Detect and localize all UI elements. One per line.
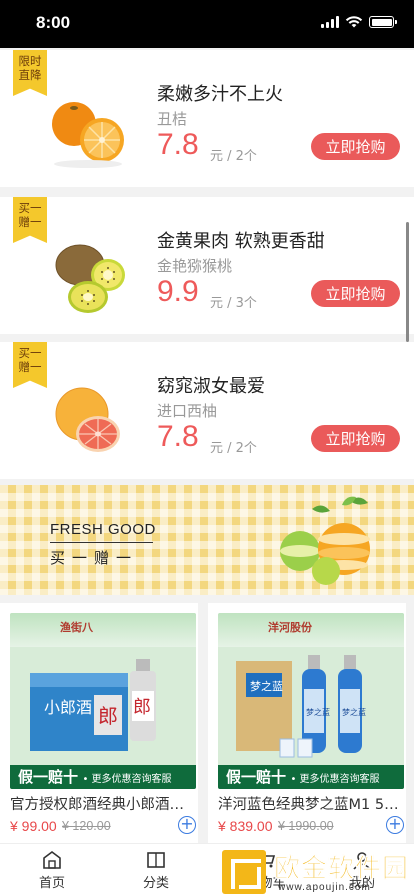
wifi-icon (345, 16, 363, 28)
watermark: 欧金软件园 www.apoujin.com (222, 848, 414, 896)
battery-icon (369, 16, 397, 28)
deal-ribbon: 买一 赠一 (13, 197, 47, 243)
deal-price: 7.8 (157, 128, 199, 161)
tab-label: 分类 (142, 876, 169, 891)
status-time: 8:00 (36, 13, 71, 32)
banner-divider (50, 542, 153, 543)
watermark-url: www.apoujin.com (278, 882, 371, 893)
buy-now-button[interactable]: 立即抢购 (311, 425, 400, 452)
product-original-price: ¥ 120.00 (62, 819, 111, 833)
deal-title: 金黄果肉 软熟更香甜 (157, 231, 325, 252)
svg-text:梦之蓝: 梦之蓝 (306, 707, 330, 717)
promo-banner[interactable]: FRESH GOOD 买一赠一 (0, 485, 414, 595)
svg-text:郎: 郎 (133, 697, 151, 718)
product-price: ¥ 99.00 (10, 818, 57, 834)
home-icon (43, 851, 61, 869)
status-icons (321, 16, 397, 28)
banner-title: FRESH GOOD (50, 521, 156, 538)
cellular-signal-icon (321, 16, 339, 28)
grapefruit-image (55, 387, 120, 452)
watermark-logo-icon (222, 850, 266, 894)
deal-card[interactable]: 限时 直降 柔嫩多汁不上火 丑桔 7.8 元 / 2个 立即抢购 (0, 50, 414, 187)
deal-unit: 元 / 2个 (210, 149, 257, 164)
product-price: ¥ 839.00 (218, 818, 273, 834)
svg-text:小郎酒: 小郎酒 (44, 698, 92, 717)
add-to-cart-icon[interactable]: + (178, 816, 196, 834)
deal-unit: 元 / 2个 (210, 441, 257, 456)
svg-text:梦之蓝: 梦之蓝 (342, 707, 366, 717)
deal-ribbon: 买一 赠一 (13, 342, 47, 388)
product-card[interactable]: 渔街八 小郎酒 郎 郎 假一赔十 • 更多优惠咨询客服 官方授权郎酒经典小郎酒…… (0, 603, 198, 843)
product-image: 渔街八 小郎酒 郎 郎 假一赔十 • 更多优惠咨询客服 (10, 613, 196, 789)
buy-now-button[interactable]: 立即抢购 (311, 280, 400, 307)
deal-price: 9.9 (157, 275, 199, 308)
buy-now-button[interactable]: 立即抢购 (311, 133, 400, 160)
deal-unit: 元 / 3个 (210, 296, 257, 311)
fruit-slices-image (280, 496, 370, 585)
status-bar: 8:00 (0, 0, 414, 48)
tab-home[interactable]: 首页 (22, 850, 82, 891)
kiwi-image (55, 244, 125, 313)
product-card[interactable]: 洋河股份 梦之蓝 梦之蓝 梦之蓝 假一赔十 • 更多优惠咨询客服 洋河蓝色经典梦… (208, 603, 406, 843)
deal-price: 7.8 (157, 420, 199, 453)
deal-title: 窈窕淑女最爱 (157, 376, 265, 397)
deal-card[interactable]: 买一 赠一 金黄果肉 软熟更香甜 金艳猕猴桃 9.9 元 / 3个 立即抢购 (0, 197, 414, 334)
deal-subtitle: 金艳猕猴桃 (157, 257, 233, 275)
tab-category[interactable]: 分类 (126, 850, 186, 891)
orange-image (52, 102, 124, 168)
guarantee-badge: 假一赔十 • 更多优惠咨询客服 (218, 765, 404, 789)
tab-label: 首页 (38, 876, 65, 891)
svg-text:梦之蓝: 梦之蓝 (250, 679, 283, 693)
product-grid: 渔街八 小郎酒 郎 郎 假一赔十 • 更多优惠咨询客服 官方授权郎酒经典小郎酒…… (0, 603, 414, 843)
watermark-text: 欧金软件园 (274, 854, 410, 885)
product-name: 官方授权郎酒经典小郎酒… (10, 797, 184, 813)
brand-logo: 洋河股份 (268, 621, 312, 634)
liquor-box-image: 小郎酒 郎 郎 (30, 659, 156, 751)
add-to-cart-icon[interactable]: + (386, 816, 404, 834)
deal-ribbon: 限时 直降 (13, 50, 47, 96)
deal-subtitle: 丑桔 (157, 110, 188, 128)
category-icon (147, 852, 165, 868)
deal-card[interactable]: 买一 赠一 窈窕淑女最爱 进口西柚 7.8 元 / 2个 立即抢购 (0, 342, 414, 479)
product-name: 洋河蓝色经典梦之蓝M1 5… (218, 797, 399, 813)
product-original-price: ¥ 1990.00 (278, 819, 334, 833)
product-image: 洋河股份 梦之蓝 梦之蓝 梦之蓝 假一赔十 • 更多优惠咨询客服 (218, 613, 404, 789)
brand-logo: 渔街八 (60, 621, 93, 634)
deal-title: 柔嫩多汁不上火 (157, 84, 283, 105)
deal-subtitle: 进口西柚 (157, 402, 218, 420)
svg-text:郎: 郎 (98, 704, 118, 728)
liquor-box-image: 梦之蓝 梦之蓝 梦之蓝 (236, 655, 366, 758)
banner-subtitle: 买一赠一 (50, 549, 139, 567)
scroll-indicator[interactable] (406, 222, 409, 342)
guarantee-badge: 假一赔十 • 更多优惠咨询客服 (10, 765, 196, 789)
